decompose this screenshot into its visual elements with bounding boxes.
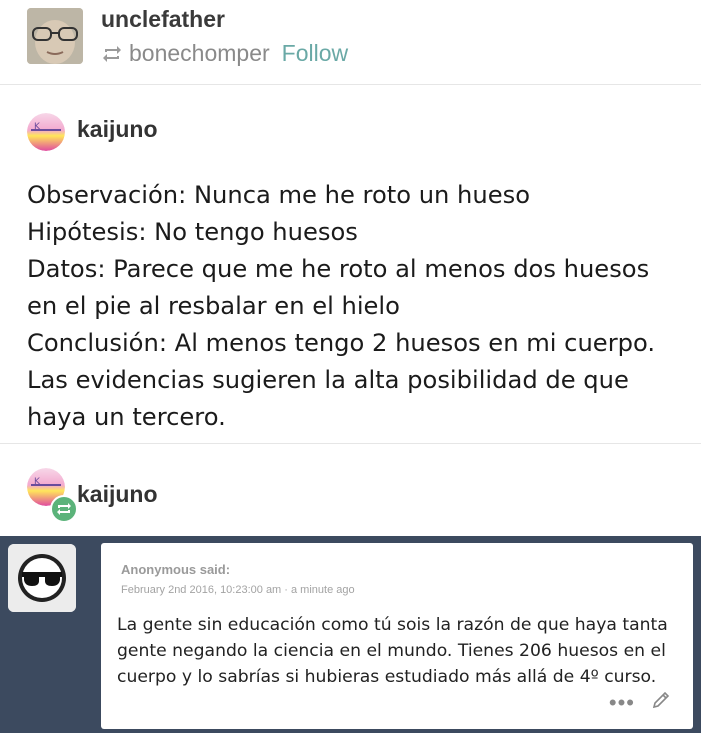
reblog-source: bonechomper Follow — [101, 40, 348, 67]
ask-card: Anonymous said: February 2nd 2016, 10:23… — [101, 543, 693, 729]
ask-actions: ••• — [609, 690, 671, 715]
post-block-original: K kaijuno Observación: Nunca me he roto … — [0, 85, 701, 444]
reblog-icon — [101, 43, 123, 65]
reblog-author[interactable]: kaijuno — [77, 481, 158, 508]
reblog-source-name[interactable]: bonechomper — [129, 40, 270, 67]
ask-message: La gente sin educación como tú sois la r… — [117, 615, 668, 687]
post-block-reblog: K kaijuno — [0, 444, 701, 536]
ask-timestamp: February 2nd 2016, 10:23:00 am · a minut… — [121, 584, 355, 596]
username[interactable]: unclefather — [101, 6, 225, 33]
post-header: unclefather bonechomper Follow — [0, 0, 701, 85]
sunglasses-avatar-icon — [8, 544, 76, 612]
asker-name: Anonymous said: — [121, 562, 231, 577]
kaijuno-avatar[interactable]: K — [27, 113, 65, 151]
pencil-icon[interactable] — [651, 690, 671, 715]
follow-button[interactable]: Follow — [282, 40, 348, 67]
reblog-badge-icon — [50, 495, 78, 523]
post-body: Observación: Nunca me he roto un hueso H… — [27, 181, 656, 431]
post-author[interactable]: kaijuno — [77, 116, 158, 143]
ask-section: Anonymous said: February 2nd 2016, 10:23… — [0, 536, 701, 733]
more-icon[interactable]: ••• — [609, 691, 635, 713]
user-avatar[interactable] — [27, 8, 83, 64]
